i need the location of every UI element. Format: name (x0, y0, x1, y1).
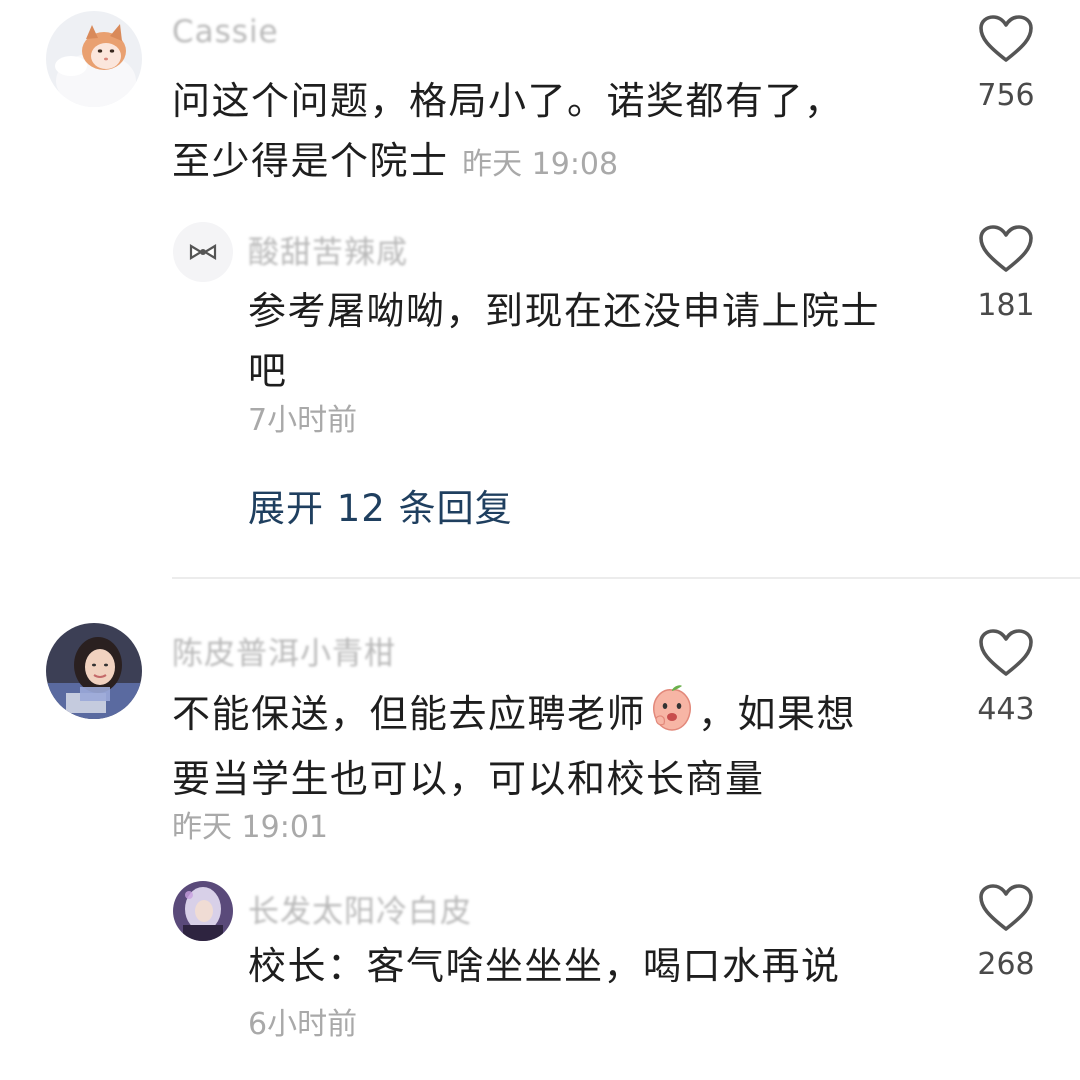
heart-outline-icon (979, 629, 1033, 676)
comment-username[interactable]: 陈皮普洱小青柑 (172, 628, 396, 673)
comment-time: 昨天 19:08 (462, 147, 619, 182)
comment-text-segment: 不能保送，但能去应聘老师 (172, 692, 647, 736)
avatar-reply-user[interactable] (173, 222, 233, 282)
comment-username[interactable]: Cassie (172, 14, 279, 50)
expand-replies-button[interactable]: 展开 12 条回复 (248, 478, 513, 532)
comment-text-line-content: 至少得是个院士 (172, 139, 449, 183)
avatar-cassie[interactable] (46, 11, 142, 107)
comment-text-line: 要当学生也可以，可以和校长商量 (172, 757, 765, 801)
reply-text-line: 吧 (248, 349, 288, 393)
heart-outline-icon (979, 15, 1033, 62)
like-count: 181 (977, 288, 1035, 323)
reply-time: 6小时前 (248, 1007, 358, 1042)
heart-outline-icon (979, 225, 1033, 272)
avatar-user2[interactable] (46, 623, 142, 719)
comment-text-line: 至少得是个院士 昨天 19:08 (172, 131, 844, 195)
reply-text: 参考屠呦呦，到现在还没申请上院士 吧 (248, 281, 880, 401)
comment-text-line: 不能保送，但能去应聘老师 ，如果想 (172, 684, 856, 749)
comment-divider (172, 577, 1080, 579)
reply-text: 校长：客气啥坐坐坐，喝口水再说 (248, 936, 841, 996)
like-count: 756 (977, 78, 1035, 113)
comment-text-line: 问这个问题，格局小了。诺奖都有了， (172, 79, 844, 123)
like-count: 443 (977, 692, 1035, 727)
heart-outline-icon (979, 884, 1033, 931)
avatar-reply-user[interactable] (173, 881, 233, 941)
peach-emoji-icon (648, 684, 696, 749)
comment-text: 不能保送，但能去应聘老师 ，如果想 要当学生也可以，可以和校长商量 (172, 684, 856, 809)
reply-username[interactable]: 酸甜苦辣咸 (248, 227, 408, 272)
reply-text-line: 参考屠呦呦，到现在还没申请上院士 (248, 289, 881, 333)
like-count: 268 (977, 947, 1035, 982)
like-button[interactable]: 443 (966, 628, 1046, 727)
comment-time: 昨天 19:01 (172, 810, 328, 845)
like-button[interactable]: 756 (966, 14, 1046, 113)
reply-username[interactable]: 长发太阳冷白皮 (248, 886, 472, 931)
reply-time: 7小时前 (248, 403, 358, 438)
reply-text-line: 校长：客气啥坐坐坐，喝口水再说 (248, 944, 841, 988)
like-button[interactable]: 268 (966, 883, 1046, 982)
comment-text: 问这个问题，格局小了。诺奖都有了， 至少得是个院士 昨天 19:08 (172, 71, 844, 195)
like-button[interactable]: 181 (966, 224, 1046, 323)
comment-text-segment: ，如果想 (698, 692, 857, 736)
